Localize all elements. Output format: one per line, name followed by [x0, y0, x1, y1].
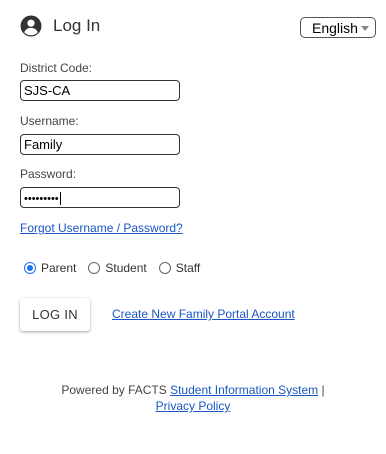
page-title: Log In [53, 16, 101, 35]
chevron-down-icon [361, 26, 369, 31]
forgot-credentials-link[interactable]: Forgot Username / Password? [20, 221, 183, 235]
text-caret [59, 192, 61, 206]
privacy-policy-link[interactable]: Privacy Policy [156, 399, 231, 413]
language-select[interactable]: English [300, 17, 376, 38]
title-group: Log In [20, 15, 100, 37]
footer-separator: | [318, 383, 325, 397]
footer-line-1: Powered by FACTS Student Information Sys… [0, 382, 386, 398]
role-label-student: Student [105, 261, 147, 275]
role-radio-group: Parent Student Staff [24, 261, 212, 275]
password-value: ••••••••• [24, 193, 59, 205]
radio-unchecked-icon[interactable] [88, 262, 101, 274]
role-radio-parent[interactable]: Parent [24, 261, 76, 275]
district-code-label: District Code: [20, 61, 93, 75]
role-radio-staff[interactable]: Staff [158, 261, 201, 275]
powered-by-text: Powered by FACTS [61, 383, 171, 397]
radio-unchecked-icon[interactable] [158, 262, 171, 274]
login-button[interactable]: LOG IN [20, 298, 90, 331]
role-label-staff: Staff [175, 261, 201, 275]
footer-line-2: Privacy Policy [0, 398, 386, 414]
sis-link[interactable]: Student Information System [170, 383, 318, 397]
language-select-value: English [312, 19, 358, 36]
header: Log In English [20, 15, 376, 41]
username-input[interactable]: Family [20, 134, 180, 155]
create-account-link[interactable]: Create New Family Portal Account [112, 307, 295, 321]
role-radio-student[interactable]: Student [88, 261, 147, 275]
district-code-input[interactable]: SJS-CA [20, 80, 180, 101]
footer: Powered by FACTS Student Information Sys… [0, 382, 386, 414]
radio-checked-icon[interactable] [24, 262, 36, 274]
password-input[interactable]: ••••••••• [20, 187, 180, 208]
role-label-parent: Parent [41, 261, 77, 275]
username-label: Username: [20, 114, 79, 128]
password-label: Password: [20, 167, 77, 181]
user-circle-icon [20, 15, 42, 37]
